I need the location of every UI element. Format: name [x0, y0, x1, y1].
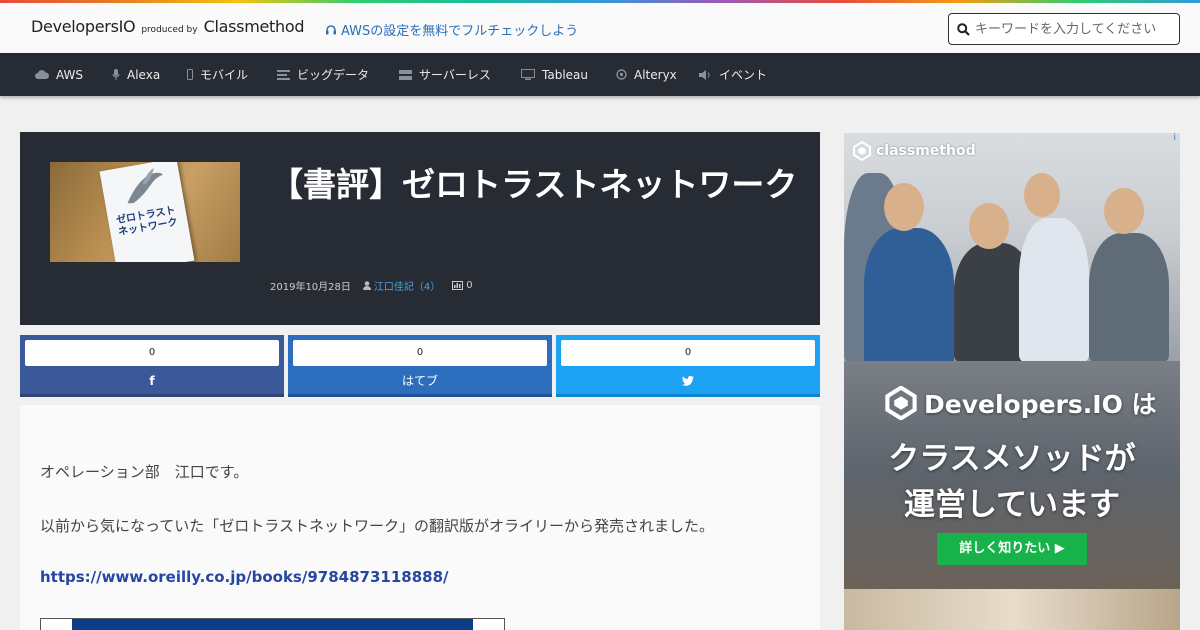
hatena-label: はてブ [401, 374, 438, 388]
publish-date: 2019年10月28日 [270, 282, 351, 293]
nav-item-serverless[interactable]: サーバーレス [399, 53, 491, 96]
book-image [40, 618, 505, 630]
sidebar-ad[interactable]: classmethod i Developers.IO は クラスメソッドが 運… [844, 133, 1180, 630]
nav-label: Alteryx [634, 67, 677, 82]
ad-line-2: クラスメソッドが [888, 441, 1136, 477]
ad-headline: Developers.IO は [884, 385, 1157, 421]
nav-item-event[interactable]: イベント [699, 53, 767, 96]
ad-message: Developers.IO は クラスメソッドが 運営しています 詳しく知りたい… [844, 361, 1180, 589]
article-body: オペレーション部 江口です。 以前から気になっていた「ゼロトラストネットワーク」… [20, 405, 820, 630]
facebook-share-button[interactable]: 0 f [20, 335, 284, 397]
nav-label: Alexa [127, 67, 161, 82]
ad-cta-button[interactable]: 詳しく知りたい ▶ [937, 533, 1087, 565]
bird-illustration [127, 168, 164, 204]
logo-brand: DevelopersIO [31, 17, 136, 36]
site-logo[interactable]: DevelopersIO produced by Classmethod [31, 17, 304, 36]
top-header: DevelopersIO produced by Classmethod AWS… [0, 3, 1200, 53]
ad-line-3: 運営しています [903, 487, 1121, 523]
headset-icon [326, 24, 336, 34]
twitter-share-count: 0 [561, 340, 815, 366]
search-box [948, 13, 1180, 45]
circle-icon [616, 69, 627, 80]
ad-brand: classmethod [852, 141, 976, 161]
book-cover-title: ゼロトラスト ネットワーク [115, 205, 179, 239]
article-thumbnail: ゼロトラスト ネットワーク [50, 162, 240, 262]
cloud-icon [35, 70, 49, 79]
author-link[interactable]: 江口佳記（4） [374, 278, 440, 293]
search-input[interactable] [975, 21, 1170, 37]
category-nav: AWS Alexa モバイル ビッグデータ サーバーレス Tableau Alt… [0, 53, 1200, 96]
monitor-icon [521, 69, 535, 80]
mobile-icon [187, 69, 193, 80]
twitter-icon [556, 369, 820, 393]
hatena-share-count: 0 [293, 340, 547, 366]
nav-item-aws[interactable]: AWS [35, 53, 83, 96]
ad-info-icon[interactable]: i [1173, 133, 1176, 143]
list-icon [277, 69, 290, 80]
facebook-icon: f [149, 374, 155, 388]
microphone-icon [112, 69, 120, 80]
nav-label: サーバーレス [419, 68, 491, 82]
nav-item-alexa[interactable]: Alexa [112, 53, 160, 96]
article-header: ゼロトラスト ネットワーク 【書評】ゼロトラストネットワーク 2019年10月28… [20, 132, 820, 325]
classmethod-logo-icon [853, 141, 871, 161]
book-link[interactable]: https://www.oreilly.co.jp/books/97848731… [40, 568, 449, 586]
nav-label: モバイル [200, 68, 249, 82]
nav-item-tableau[interactable]: Tableau [521, 53, 588, 96]
article-meta: 2019年10月28日 江口佳記（4） 0 [270, 278, 473, 293]
nav-label: AWS [56, 67, 84, 82]
hatena-share-button[interactable]: 0 はてブ [288, 335, 552, 397]
promo-link[interactable]: AWSの設定を無料でフルチェックしよう [325, 20, 578, 39]
hatena-count: 0 [466, 280, 473, 291]
article-paragraph: 以前から気になっていた「ゼロトラストネットワーク」の翻訳版がオライリーから発売さ… [40, 517, 714, 535]
volume-icon [699, 69, 712, 80]
nav-item-alteryx[interactable]: Alteryx [616, 53, 677, 96]
server-icon [399, 69, 412, 80]
developersio-logo-icon [885, 386, 917, 420]
ad-bottom-photo [844, 589, 1180, 630]
nav-item-bigdata[interactable]: ビッグデータ [277, 53, 369, 96]
bookmark-count-icon [452, 281, 464, 290]
book-cover-image: ゼロトラスト ネットワーク [99, 162, 195, 262]
search-icon [957, 22, 970, 36]
article-paragraph: オペレーション部 江口です。 [40, 463, 249, 481]
nav-item-mobile[interactable]: モバイル [187, 53, 248, 96]
promo-text: AWSの設定を無料でフルチェックしよう [341, 24, 579, 39]
nav-label: Tableau [542, 67, 588, 82]
nav-label: ビッグデータ [297, 68, 370, 82]
user-icon [362, 281, 371, 290]
logo-produced-by: produced by [141, 25, 198, 35]
ad-photo: classmethod [844, 133, 1180, 368]
twitter-share-button[interactable]: 0 [556, 335, 820, 397]
logo-company: Classmethod [203, 17, 305, 36]
nav-label: イベント [719, 68, 768, 82]
facebook-share-count: 0 [25, 340, 279, 366]
article-title: 【書評】ゼロトラストネットワーク [270, 165, 798, 204]
